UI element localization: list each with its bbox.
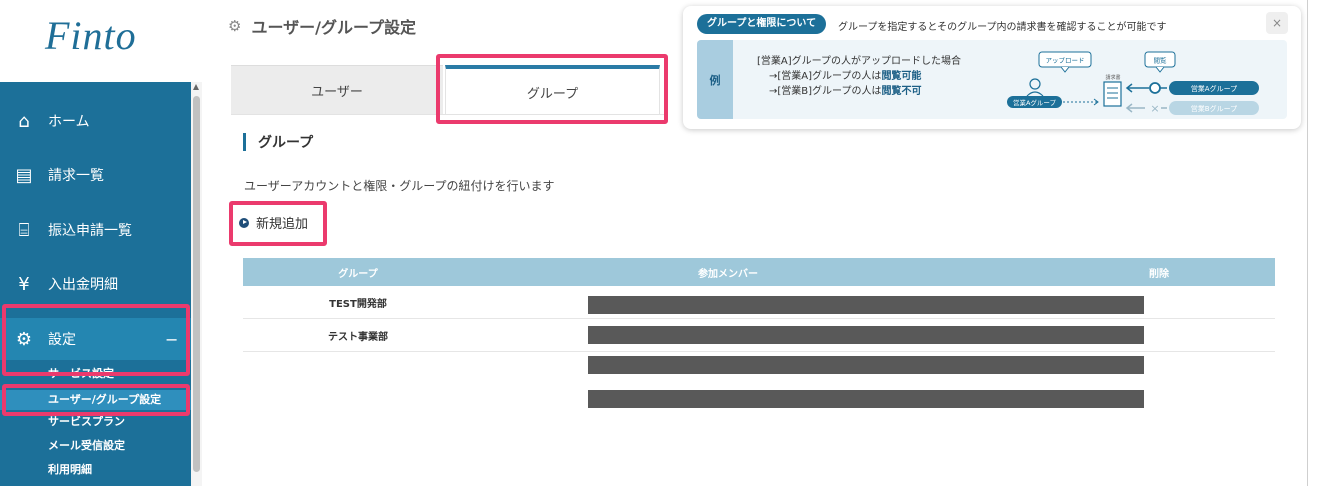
diagram-group-a-label: 営業Aグループ [1013, 98, 1057, 107]
sidebar: ⌂ ホーム ▤ 請求一覧 ⌸ 振込申請一覧 ¥ 入出金明細 ⚙ 設定 − サービ… [0, 82, 191, 486]
diagram-group-a-label-2: 営業Aグループ [1191, 84, 1237, 93]
yen-icon: ¥ [18, 273, 30, 295]
section-description: ユーザーアカウントと権限・グループの紐付けを行います [244, 179, 555, 193]
scrollbar-thumb[interactable] [193, 96, 200, 472]
sidebar-item-label: 設定 [48, 332, 76, 348]
column-header-delete: 削除 [1149, 268, 1169, 280]
tab-bar: ユーザー グループ [231, 65, 665, 115]
group-name-cell[interactable]: TEST開発部 [243, 295, 473, 310]
section-title: グループ [243, 132, 313, 152]
example-line: [営業A]グループの人がアップロードした場合 [757, 56, 962, 67]
svg-text:×: × [1150, 102, 1159, 115]
sidebar-sub-service-settings[interactable]: サービス設定 [0, 364, 191, 384]
bank-icon: ⌸ [18, 219, 30, 241]
section-title-bar [243, 133, 246, 151]
diagram-invoice-label: 請求書 [1105, 74, 1120, 81]
sidebar-sub-user-group-settings[interactable]: ユーザー/グループ設定 [0, 390, 191, 410]
section-title-text: グループ [258, 135, 314, 151]
scroll-up-icon[interactable] [193, 84, 199, 90]
collapse-icon[interactable]: − [165, 330, 191, 349]
person-icon [1029, 78, 1041, 90]
play-circle-icon [239, 217, 249, 228]
sidebar-sub-mail-settings[interactable]: メール受信設定 [0, 436, 191, 456]
tab-divider [231, 114, 665, 115]
add-new-label: 新規追加 [256, 217, 309, 232]
example-line: →[営業B]グループの人は閲覧不可 [769, 86, 922, 97]
sidebar-item-cashflow[interactable]: ¥ 入出金明細 [0, 263, 191, 305]
sidebar-item-label: 入出金明細 [48, 277, 118, 293]
tab-user[interactable]: ユーザー [231, 65, 443, 115]
redacted-members [588, 326, 1144, 344]
group-permission-popup: グループと権限について グループを指定するとそのグループ内の請求書を確認すること… [683, 6, 1301, 129]
example-line: →[営業A]グループの人は閲覧可能 [769, 71, 922, 82]
popup-description: グループを指定するとそのグループ内の請求書を確認することが可能です [838, 22, 1167, 33]
sidebar-sub-service-plan[interactable]: サービスプラン [0, 412, 191, 432]
content-right-border [1307, 0, 1308, 486]
diagram-view-label: 閲覧 [1154, 56, 1168, 65]
page-title-text: ユーザー/グループ設定 [251, 18, 417, 37]
gear-icon: ⚙ [228, 17, 242, 35]
diagram-group-b-label: 営業Bグループ [1191, 104, 1237, 113]
column-header-members: 参加メンバー [698, 268, 758, 280]
group-name-cell[interactable]: テスト事業部 [243, 328, 473, 343]
popup-title-pill: グループと権限について [697, 14, 827, 34]
sidebar-item-label: 振込申請一覧 [48, 223, 132, 239]
redacted-members [588, 296, 1144, 314]
sidebar-item-label: ホーム [48, 114, 90, 130]
example-text: [営業A]グループの人がアップロードした場合 →[営業A]グループの人は閲覧可能… [757, 54, 961, 99]
page-title: ⚙ ユーザー/グループ設定 [228, 14, 416, 38]
invoice-list-icon: ▤ [15, 164, 33, 186]
close-icon[interactable]: × [1266, 12, 1288, 34]
diagram-upload-label: アップロード [1046, 57, 1085, 65]
redacted-members [588, 356, 1144, 374]
tab-group[interactable]: グループ [445, 65, 660, 115]
sidebar-item-invoices[interactable]: ▤ 請求一覧 [0, 154, 191, 196]
finto-logo[interactable]: Finto [0, 0, 202, 82]
sidebar-scrollbar[interactable] [191, 82, 202, 486]
add-new-button[interactable]: 新規追加 [239, 213, 308, 232]
permission-diagram: アップロード 営業Aグループ 請求書 閲覧 営業Aグループ × 営業Bグループ [1007, 51, 1259, 115]
example-box: 例 [営業A]グループの人がアップロードした場合 →[営業A]グループの人は閲覧… [697, 40, 1287, 119]
example-label: 例 [697, 40, 733, 119]
sidebar-item-transfers[interactable]: ⌸ 振込申請一覧 [0, 209, 191, 251]
sidebar-sub-usage[interactable]: 利用明細 [0, 460, 191, 480]
home-icon: ⌂ [18, 110, 30, 132]
redacted-members [588, 390, 1144, 408]
logo-text: Finto [45, 13, 137, 58]
sidebar-item-home[interactable]: ⌂ ホーム [0, 100, 191, 142]
sidebar-item-settings[interactable]: ⚙ 設定 − [0, 318, 191, 360]
sidebar-item-label: 請求一覧 [48, 168, 104, 184]
gear-icon: ⚙ [15, 328, 33, 350]
table-header: グループ 参加メンバー 削除 [243, 258, 1275, 286]
column-header-group: グループ [338, 268, 378, 280]
invoice-icon [1103, 81, 1122, 107]
